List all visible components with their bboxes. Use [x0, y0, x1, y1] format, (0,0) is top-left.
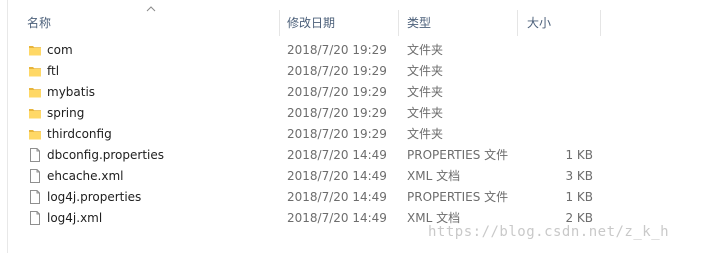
file-list: com 2018/7/20 19:29 文件夹 ftl 2018/7/20 19:29 文… [0, 40, 705, 229]
file-row[interactable]: log4j.properties 2018/7/20 14:49 PROPERTIE… [0, 187, 705, 208]
file-name: log4j.properties [47, 190, 142, 204]
file-icon [28, 211, 42, 225]
file-name: mybatis [47, 85, 96, 99]
file-name: ftl [47, 64, 60, 78]
file-size [520, 82, 593, 103]
file-size [520, 40, 593, 61]
file-type: 文件夹 [407, 43, 444, 57]
file-explorer: 名称 修改日期 类型 大小 com 2018/7/20 19:29 文件夹 ftl 20… [0, 0, 705, 253]
file-modified-date: 2018/7/20 19:29 [287, 106, 387, 120]
folder-icon [28, 43, 42, 57]
file-name: com [47, 43, 73, 57]
folder-icon [28, 106, 42, 120]
file-name: log4j.xml [47, 211, 103, 225]
column-separator[interactable] [517, 10, 518, 36]
column-separator[interactable] [398, 10, 399, 36]
file-row[interactable]: dbconfig.properties 2018/7/20 14:49 PROPER… [0, 145, 705, 166]
column-header-size[interactable]: 大小 [527, 14, 551, 32]
file-icon [28, 190, 42, 204]
file-name: dbconfig.properties [47, 148, 165, 162]
sort-ascending-icon[interactable] [146, 5, 156, 12]
file-row[interactable]: com 2018/7/20 19:29 文件夹 [0, 40, 705, 61]
folder-icon [28, 64, 42, 78]
file-size [520, 103, 593, 124]
file-modified-date: 2018/7/20 19:29 [287, 64, 387, 78]
column-header-type[interactable]: 类型 [407, 14, 431, 32]
file-icon [28, 148, 42, 162]
file-modified-date: 2018/7/20 14:49 [287, 148, 387, 162]
file-row[interactable]: ftl 2018/7/20 19:29 文件夹 [0, 61, 705, 82]
column-header-bar: 名称 修改日期 类型 大小 [0, 0, 705, 38]
file-size: 1 KB [565, 148, 593, 162]
file-modified-date: 2018/7/20 19:29 [287, 43, 387, 57]
file-type: PROPERTIES 文件 [407, 190, 509, 204]
file-row[interactable]: ehcache.xml 2018/7/20 14:49 XML 文档 3 KB [0, 166, 705, 187]
watermark-text: https://blog.csdn.net/z_k_h [428, 224, 670, 240]
file-type: 文件夹 [407, 64, 444, 78]
file-size: 3 KB [565, 169, 593, 183]
folder-icon [28, 127, 42, 141]
column-separator[interactable] [600, 10, 601, 36]
file-type: PROPERTIES 文件 [407, 148, 509, 162]
column-header-date[interactable]: 修改日期 [287, 14, 335, 32]
file-type: 文件夹 [407, 127, 444, 141]
file-type: XML 文档 [407, 169, 461, 183]
column-separator[interactable] [279, 10, 280, 36]
file-name: thirdconfig [47, 127, 112, 141]
file-name: ehcache.xml [47, 169, 124, 183]
file-row[interactable]: spring 2018/7/20 19:29 文件夹 [0, 103, 705, 124]
file-row[interactable]: mybatis 2018/7/20 19:29 文件夹 [0, 82, 705, 103]
file-name: spring [47, 106, 85, 120]
file-size [520, 61, 593, 82]
column-header-name[interactable]: 名称 [27, 14, 51, 32]
file-icon [28, 169, 42, 183]
file-type: 文件夹 [407, 106, 444, 120]
file-modified-date: 2018/7/20 19:29 [287, 127, 387, 141]
file-row[interactable]: thirdconfig 2018/7/20 19:29 文件夹 [0, 124, 705, 145]
file-modified-date: 2018/7/20 14:49 [287, 169, 387, 183]
file-modified-date: 2018/7/20 14:49 [287, 190, 387, 204]
file-modified-date: 2018/7/20 14:49 [287, 211, 387, 225]
file-type: 文件夹 [407, 85, 444, 99]
folder-icon [28, 85, 42, 99]
file-size [520, 124, 593, 145]
file-size: 1 KB [565, 190, 593, 204]
file-modified-date: 2018/7/20 19:29 [287, 85, 387, 99]
